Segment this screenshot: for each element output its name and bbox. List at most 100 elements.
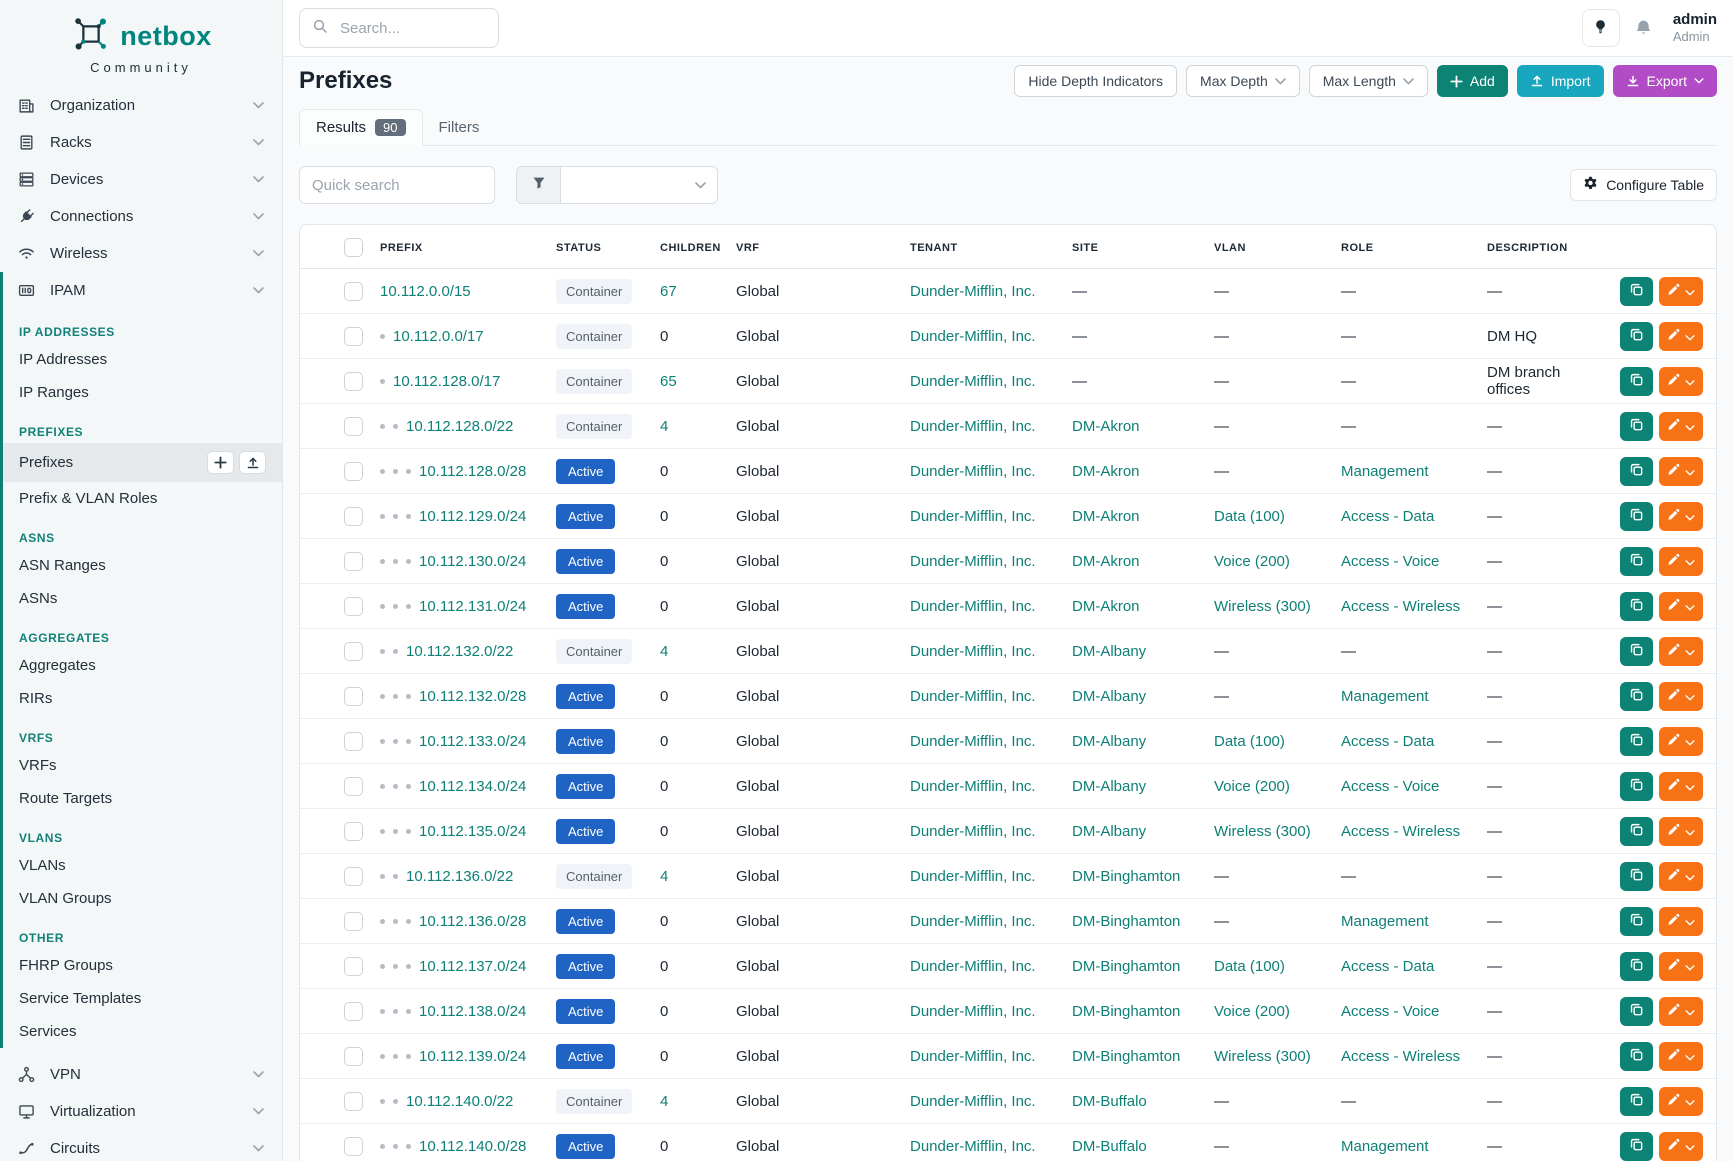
column-header-site[interactable]: SITE: [1064, 225, 1206, 269]
tenant-link[interactable]: Dunder-Mifflin, Inc.: [910, 283, 1036, 300]
vlan-link[interactable]: Data (100): [1214, 508, 1285, 525]
sidebar-item-wireless[interactable]: Wireless: [0, 235, 282, 272]
prefix-link[interactable]: 10.112.0.0/15: [380, 283, 471, 300]
row-checkbox[interactable]: [344, 642, 363, 661]
row-checkbox[interactable]: [344, 822, 363, 841]
edit-button[interactable]: [1659, 727, 1703, 756]
column-header-description[interactable]: DESCRIPTION: [1479, 225, 1607, 269]
prefix-link[interactable]: 10.112.133.0/24: [419, 733, 526, 750]
tenant-link[interactable]: Dunder-Mifflin, Inc.: [910, 508, 1036, 525]
vlan-link[interactable]: Wireless (300): [1214, 1048, 1311, 1065]
clone-button[interactable]: [1620, 952, 1653, 981]
import-button[interactable]: Import: [1517, 65, 1604, 97]
tenant-link[interactable]: Dunder-Mifflin, Inc.: [910, 958, 1036, 975]
site-link[interactable]: DM-Binghamton: [1072, 868, 1180, 885]
prefix-link[interactable]: 10.112.128.0/17: [393, 373, 500, 390]
row-checkbox[interactable]: [344, 1137, 363, 1156]
row-checkbox[interactable]: [344, 552, 363, 571]
tenant-link[interactable]: Dunder-Mifflin, Inc.: [910, 688, 1036, 705]
tenant-link[interactable]: Dunder-Mifflin, Inc.: [910, 733, 1036, 750]
max-depth-dropdown[interactable]: Max Depth: [1186, 65, 1300, 97]
row-checkbox[interactable]: [344, 282, 363, 301]
tenant-link[interactable]: Dunder-Mifflin, Inc.: [910, 328, 1036, 345]
role-link[interactable]: Access - Voice: [1341, 778, 1439, 795]
tenant-link[interactable]: Dunder-Mifflin, Inc.: [910, 598, 1036, 615]
edit-button[interactable]: [1659, 1132, 1703, 1161]
filter-field-select[interactable]: [561, 167, 717, 203]
children-count-link[interactable]: 4: [660, 643, 668, 660]
edit-button[interactable]: [1659, 322, 1703, 351]
role-link[interactable]: Management: [1341, 1138, 1429, 1155]
prefix-link[interactable]: 10.112.132.0/28: [419, 688, 526, 705]
children-count-link[interactable]: 4: [660, 418, 668, 435]
row-checkbox[interactable]: [344, 372, 363, 391]
prefix-link[interactable]: 10.112.136.0/22: [406, 868, 513, 885]
sidebar-item-route-targets[interactable]: Route Targets: [3, 782, 282, 815]
sidebar-item-services[interactable]: Services: [3, 1015, 282, 1048]
sidebar-item-aggregates[interactable]: Aggregates: [3, 649, 282, 682]
row-checkbox[interactable]: [344, 777, 363, 796]
row-checkbox[interactable]: [344, 597, 363, 616]
children-count-link[interactable]: 65: [660, 373, 677, 390]
tenant-link[interactable]: Dunder-Mifflin, Inc.: [910, 1138, 1036, 1155]
select-all-checkbox[interactable]: [344, 238, 363, 257]
column-header-vlan[interactable]: VLAN: [1206, 225, 1333, 269]
filter-funnel-button[interactable]: [517, 167, 561, 203]
role-link[interactable]: Access - Voice: [1341, 553, 1439, 570]
clone-button[interactable]: [1620, 277, 1653, 306]
sidebar-item-ipam[interactable]: IPAM: [3, 272, 282, 309]
sidebar-item-ip-addresses[interactable]: IP Addresses: [3, 343, 282, 376]
role-link[interactable]: Access - Data: [1341, 508, 1434, 525]
prefix-link[interactable]: 10.112.0.0/17: [393, 328, 484, 345]
sidebar-item-vrfs[interactable]: VRFs: [3, 749, 282, 782]
children-count-link[interactable]: 67: [660, 283, 677, 300]
site-link[interactable]: DM-Albany: [1072, 643, 1146, 660]
sidebar-item-virtualization[interactable]: Virtualization: [0, 1093, 282, 1130]
export-dropdown[interactable]: Export: [1613, 65, 1717, 97]
role-link[interactable]: Management: [1341, 463, 1429, 480]
clone-button[interactable]: [1620, 502, 1653, 531]
prefix-link[interactable]: 10.112.130.0/24: [419, 553, 526, 570]
row-checkbox[interactable]: [344, 1092, 363, 1111]
row-checkbox[interactable]: [344, 912, 363, 931]
quick-add-button[interactable]: [207, 451, 234, 474]
clone-button[interactable]: [1620, 727, 1653, 756]
sidebar-item-asns[interactable]: ASNs: [3, 582, 282, 615]
quick-search-input[interactable]: [299, 166, 495, 204]
role-link[interactable]: Access - Wireless: [1341, 598, 1460, 615]
sidebar-item-connections[interactable]: Connections: [0, 198, 282, 235]
edit-button[interactable]: [1659, 637, 1703, 666]
prefix-link[interactable]: 10.112.131.0/24: [419, 598, 526, 615]
edit-button[interactable]: [1659, 907, 1703, 936]
clone-button[interactable]: [1620, 997, 1653, 1026]
sidebar-item-prefix-vlan-roles[interactable]: Prefix & VLAN Roles: [3, 482, 282, 515]
site-link[interactable]: DM-Akron: [1072, 553, 1140, 570]
column-header-vrf[interactable]: VRF: [728, 225, 902, 269]
tenant-link[interactable]: Dunder-Mifflin, Inc.: [910, 823, 1036, 840]
tenant-link[interactable]: Dunder-Mifflin, Inc.: [910, 373, 1036, 390]
clone-button[interactable]: [1620, 322, 1653, 351]
edit-button[interactable]: [1659, 817, 1703, 846]
edit-button[interactable]: [1659, 772, 1703, 801]
quick-import-button[interactable]: [239, 451, 266, 474]
vlan-link[interactable]: Data (100): [1214, 733, 1285, 750]
sidebar-item-service-templates[interactable]: Service Templates: [3, 982, 282, 1015]
row-checkbox[interactable]: [344, 417, 363, 436]
max-length-dropdown[interactable]: Max Length: [1309, 65, 1428, 97]
site-link[interactable]: DM-Akron: [1072, 418, 1140, 435]
tenant-link[interactable]: Dunder-Mifflin, Inc.: [910, 418, 1036, 435]
site-link[interactable]: DM-Binghamton: [1072, 958, 1180, 975]
tab-results[interactable]: Results90: [299, 109, 423, 146]
clone-button[interactable]: [1620, 547, 1653, 576]
hide-depth-indicators-button[interactable]: Hide Depth Indicators: [1014, 65, 1177, 97]
vlan-link[interactable]: Wireless (300): [1214, 598, 1311, 615]
row-checkbox[interactable]: [344, 462, 363, 481]
vlan-link[interactable]: Voice (200): [1214, 1003, 1290, 1020]
clone-button[interactable]: [1620, 772, 1653, 801]
sidebar-item-asn-ranges[interactable]: ASN Ranges: [3, 549, 282, 582]
site-link[interactable]: DM-Akron: [1072, 463, 1140, 480]
clone-button[interactable]: [1620, 637, 1653, 666]
row-checkbox[interactable]: [344, 732, 363, 751]
sidebar-item-vlan-groups[interactable]: VLAN Groups: [3, 882, 282, 915]
site-link[interactable]: DM-Albany: [1072, 733, 1146, 750]
